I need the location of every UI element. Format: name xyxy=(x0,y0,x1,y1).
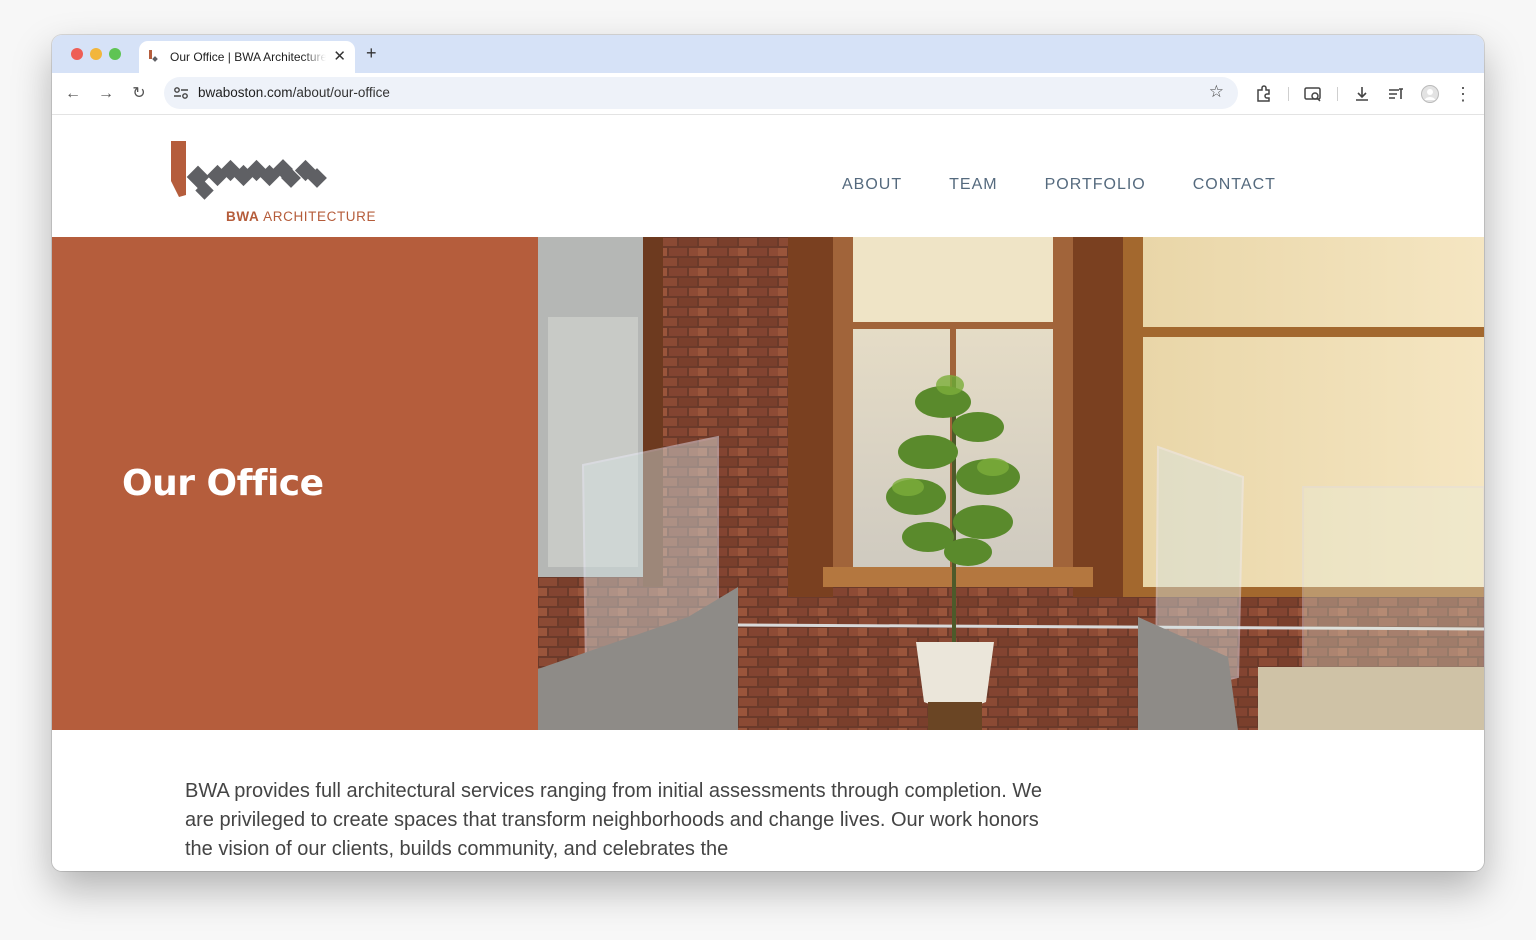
logo-text-bold: BWA xyxy=(226,209,259,224)
intro-paragraph: BWA provides full architectural services… xyxy=(185,780,1043,860)
hero-title-panel: Our Office xyxy=(52,237,538,730)
page-title: Our Office xyxy=(122,463,324,504)
close-window-button[interactable] xyxy=(71,48,83,60)
new-tab-button[interactable]: + xyxy=(366,43,377,63)
browser-window: Our Office | BWA Architecture ✕ + ← → ↻ … xyxy=(52,35,1484,871)
office-photo xyxy=(538,237,1484,730)
reading-list-icon[interactable] xyxy=(1386,84,1406,104)
hero-section: Our Office xyxy=(52,237,1484,730)
maximize-window-button[interactable] xyxy=(109,48,121,60)
profile-avatar-icon[interactable] xyxy=(1420,84,1440,104)
tab-title: Our Office | BWA Architecture xyxy=(170,50,326,64)
bwa-logo-mark-icon xyxy=(171,141,327,200)
tab-strip: Our Office | BWA Architecture ✕ + xyxy=(52,35,1484,73)
nav-link-contact[interactable]: CONTACT xyxy=(1193,176,1276,194)
back-button[interactable]: ← xyxy=(62,83,84,105)
tab-search-icon[interactable] xyxy=(1303,84,1323,104)
nav-link-team[interactable]: TEAM xyxy=(949,176,997,194)
nav-link-portfolio[interactable]: PORTFOLIO xyxy=(1045,176,1146,194)
logo-wordmark: BWA ARCHITECTURE xyxy=(226,209,376,224)
menu-icon[interactable]: ⋮ xyxy=(1452,83,1474,105)
main-nav: ABOUT TEAM PORTFOLIO CONTACT xyxy=(842,176,1323,194)
toolbar-divider xyxy=(1337,87,1338,101)
bwa-logo[interactable]: BWA ARCHITECTURE xyxy=(170,139,390,225)
browser-tab-active[interactable]: Our Office | BWA Architecture ✕ xyxy=(139,41,355,73)
download-icon[interactable] xyxy=(1352,84,1372,104)
browser-toolbar: ← → ↻ bwaboston.com/about/our-office ☆ ⋮ xyxy=(52,73,1484,115)
forward-button[interactable]: → xyxy=(95,83,117,105)
bookmark-star-icon[interactable]: ☆ xyxy=(1209,82,1224,102)
site-header: BWA ARCHITECTURE ABOUT TEAM PORTFOLIO CO… xyxy=(52,116,1484,237)
address-bar[interactable]: bwaboston.com/about/our-office ☆ xyxy=(164,77,1238,109)
url-domain: bwaboston.com xyxy=(198,85,293,100)
logo-text-light: ARCHITECTURE xyxy=(263,209,377,224)
reload-button[interactable]: ↻ xyxy=(128,83,150,105)
extensions-icon[interactable] xyxy=(1254,84,1274,104)
minimize-window-button[interactable] xyxy=(90,48,102,60)
site-info-icon[interactable] xyxy=(173,86,189,100)
nav-link-about[interactable]: ABOUT xyxy=(842,176,902,194)
url-text[interactable]: bwaboston.com/about/our-office xyxy=(198,85,390,100)
close-tab-icon[interactable]: ✕ xyxy=(333,49,346,65)
web-page: BWA ARCHITECTURE ABOUT TEAM PORTFOLIO CO… xyxy=(52,116,1484,871)
toolbar-divider xyxy=(1288,87,1289,101)
url-path: /about/our-office xyxy=(292,85,390,100)
bwa-favicon-icon xyxy=(149,50,158,62)
